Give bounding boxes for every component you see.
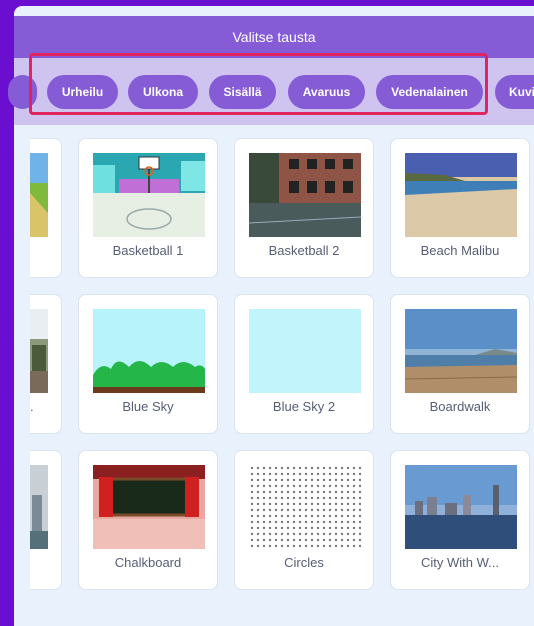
- backdrop-card-circles[interactable]: Circles: [234, 450, 374, 590]
- beach-malibu-thumbnail: [405, 153, 517, 237]
- backdrop-card-partial[interactable]: .: [30, 294, 62, 434]
- backdrop-grid: Basketball 1 Basketball 2 Beach Malibu .…: [0, 0, 534, 608]
- backdrop-card-basketball-2[interactable]: Basketball 2: [234, 138, 374, 278]
- basketball-1-thumbnail: [93, 153, 205, 237]
- chalkboard-thumbnail: [93, 465, 205, 549]
- backdrop-card-partial[interactable]: [30, 450, 62, 590]
- city-with-water-thumbnail: [405, 465, 517, 549]
- backdrop-card-boardwalk[interactable]: Boardwalk: [390, 294, 530, 434]
- backdrop-thumbnail: [30, 309, 48, 393]
- backdrop-thumbnail: [30, 153, 48, 237]
- backdrop-card-chalkboard[interactable]: Chalkboard: [78, 450, 218, 590]
- backdrop-thumbnail: [30, 465, 48, 549]
- backdrop-card-beach-malibu[interactable]: Beach Malibu: [390, 138, 530, 278]
- basketball-2-thumbnail: [249, 153, 361, 237]
- backdrop-card-blue-sky[interactable]: Blue Sky: [78, 294, 218, 434]
- circles-thumbnail: [249, 465, 361, 549]
- backdrop-card-blue-sky-2[interactable]: Blue Sky 2: [234, 294, 374, 434]
- blue-sky-thumbnail: [93, 309, 205, 393]
- backdrop-card-partial[interactable]: [30, 138, 62, 278]
- boardwalk-thumbnail: [405, 309, 517, 393]
- backdrop-card-city-with-water[interactable]: City With W...: [390, 450, 530, 590]
- backdrop-card-basketball-1[interactable]: Basketball 1: [78, 138, 218, 278]
- blue-sky-2-thumbnail: [249, 309, 361, 393]
